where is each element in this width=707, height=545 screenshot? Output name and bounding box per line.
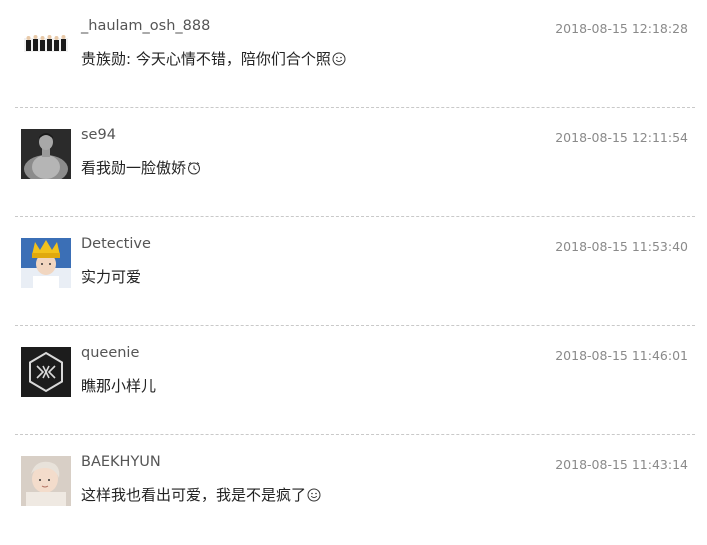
timestamp: 2018-08-15 11:53:40 [555, 239, 688, 254]
comment-item: Detective 2018-08-15 11:53:40 实力可爱 [0, 218, 707, 327]
username[interactable]: BAEKHYUN [81, 454, 161, 470]
avatar[interactable] [21, 129, 71, 179]
comment-text: 实力可爱 [81, 266, 141, 287]
exo-logo-avatar-icon [21, 347, 71, 397]
username[interactable]: _haulam_osh_888 [81, 18, 210, 34]
timestamp: 2018-08-15 12:11:54 [555, 130, 688, 145]
divider [15, 107, 695, 108]
timestamp: 2018-08-15 11:46:01 [555, 348, 688, 363]
portrait-avatar-icon [21, 129, 71, 179]
avatar[interactable] [21, 347, 71, 397]
comment-item: se94 2018-08-15 12:11:54 看我勋一脸傲娇 [0, 109, 707, 218]
avatar[interactable] [21, 20, 71, 70]
comment-item: BAEKHYUN 2018-08-15 11:43:14 这样我也看出可爱，我是… [0, 436, 707, 545]
comment-text: 瞧那小样儿 [81, 375, 156, 396]
group-photo-avatar-icon [21, 20, 71, 70]
comment-item: _haulam_osh_888 2018-08-15 12:18:28 贵族勋:… [0, 0, 707, 109]
comment-text-content: 看我勋一脸傲娇 [81, 159, 187, 177]
comment-text-content: 实力可爱 [81, 268, 142, 286]
divider [15, 216, 695, 217]
username[interactable]: Detective [81, 236, 151, 252]
comment-text: 这样我也看出可爱，我是不是疯了 [81, 484, 321, 505]
username[interactable]: queenie [81, 345, 139, 361]
comment-text: 贵族勋: 今天心情不错，陪你们合个照 [81, 48, 346, 69]
divider [15, 325, 695, 326]
comment-text: 看我勋一脸傲娇 [81, 157, 201, 178]
divider [15, 434, 695, 435]
timestamp: 2018-08-15 11:43:14 [555, 457, 688, 472]
username[interactable]: se94 [81, 127, 116, 143]
timestamp: 2018-08-15 12:18:28 [555, 21, 688, 36]
comment-text-content: 瞧那小样儿 [81, 377, 157, 395]
smile-emoji-icon [307, 488, 321, 502]
comment-item: queenie 2018-08-15 11:46:01 瞧那小样儿 [0, 327, 707, 436]
portrait-avatar-icon [21, 456, 71, 506]
clock-emoji-icon [188, 162, 201, 175]
smile-emoji-icon [332, 52, 346, 66]
yellow-hat-avatar-icon [21, 238, 71, 288]
comment-text-content: 这样我也看出可爱，我是不是疯了 [81, 486, 307, 504]
comment-text-content: 贵族勋: 今天心情不错，陪你们合个照 [81, 50, 331, 68]
avatar[interactable] [21, 238, 71, 288]
avatar[interactable] [21, 456, 71, 506]
